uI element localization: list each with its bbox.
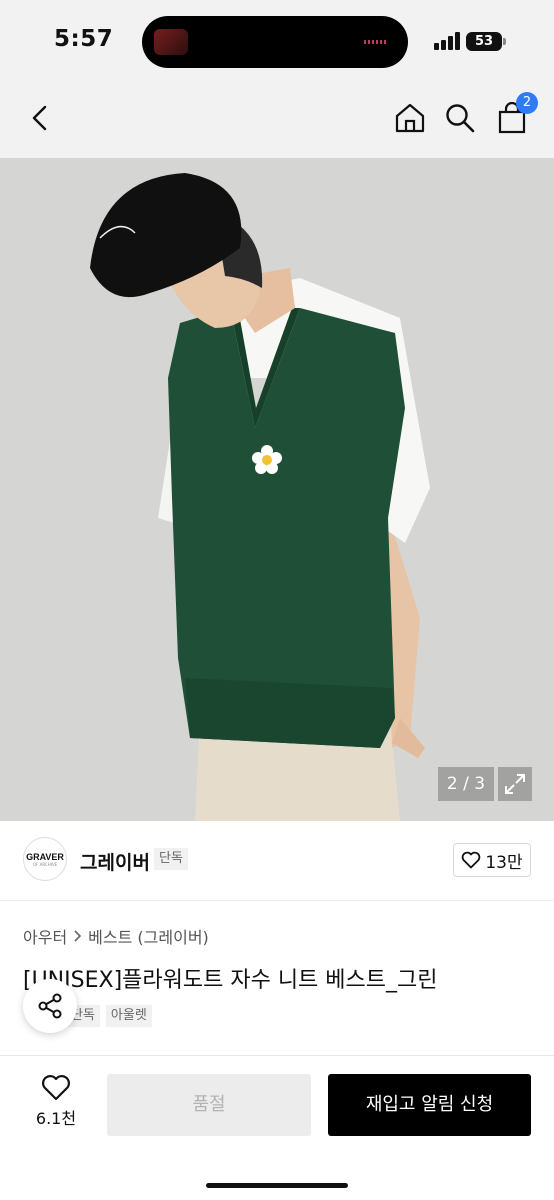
share-icon — [38, 993, 62, 1019]
home-indicator — [206, 1183, 348, 1188]
cart-button[interactable]: 2 — [492, 92, 538, 138]
tag-outlet: 아울렛 — [105, 1005, 152, 1027]
breadcrumb-item-category[interactable]: 아우터 — [23, 924, 67, 948]
product-image-carousel[interactable]: 2 / 3 — [0, 158, 554, 821]
product-photo — [0, 158, 554, 821]
brand-logo-text: GRAVER — [26, 851, 64, 862]
soldout-button: 품절 — [107, 1074, 311, 1136]
brand-row: GRAVER OF ARCHIVE 그레이버 단독 13만 — [0, 821, 554, 901]
brand-logo[interactable]: GRAVER OF ARCHIVE — [23, 837, 67, 881]
exclusive-badge: 단독 — [154, 848, 188, 870]
cart-count-badge: 2 — [516, 92, 538, 114]
brand-logo-subtext: OF ARCHIVE — [32, 861, 58, 867]
status-bar: 5:57 53 — [0, 0, 554, 84]
app-header: 2 — [0, 84, 554, 158]
product-like-button[interactable]: 6.1천 — [24, 1074, 88, 1136]
chevron-left-icon — [32, 105, 47, 131]
product-like-count: 6.1천 — [35, 1109, 77, 1128]
expand-image-button[interactable] — [498, 767, 532, 801]
breadcrumb-item-subcategory[interactable]: 베스트 (그레이버) — [88, 924, 209, 948]
dynamic-island — [142, 16, 408, 68]
breadcrumb: 아우터 베스트 (그레이버) — [23, 924, 209, 948]
brand-like-count: 13만 — [485, 852, 523, 873]
image-counter: 2 / 3 — [438, 767, 494, 801]
brand-like-button[interactable]: 13만 — [453, 843, 531, 877]
brand-name[interactable]: 그레이버 — [80, 848, 150, 875]
purchase-bar: 6.1천 품절 재입고 알림 신청 — [0, 1055, 554, 1200]
search-button[interactable] — [440, 98, 480, 138]
restock-alert-button[interactable]: 재입고 알림 신청 — [328, 1074, 531, 1136]
battery-icon: 53 — [466, 32, 506, 51]
back-button[interactable] — [20, 98, 60, 138]
home-icon — [395, 103, 425, 133]
heart-icon — [42, 1075, 70, 1101]
expand-icon — [505, 774, 525, 794]
home-button[interactable] — [390, 98, 430, 138]
product-title: [UNISEX]플라워도트 자수 니트 베스트_그린 — [23, 968, 438, 993]
search-icon — [446, 104, 475, 133]
signal-icon — [434, 32, 462, 50]
chevron-right-icon — [74, 930, 82, 942]
heart-icon — [462, 851, 481, 869]
share-button[interactable] — [23, 979, 77, 1033]
island-media-thumbnail — [154, 29, 188, 55]
product-tags: 단독 아울렛 — [66, 1005, 152, 1027]
status-time: 5:57 — [54, 26, 114, 52]
island-audio-wave-icon — [364, 40, 388, 44]
